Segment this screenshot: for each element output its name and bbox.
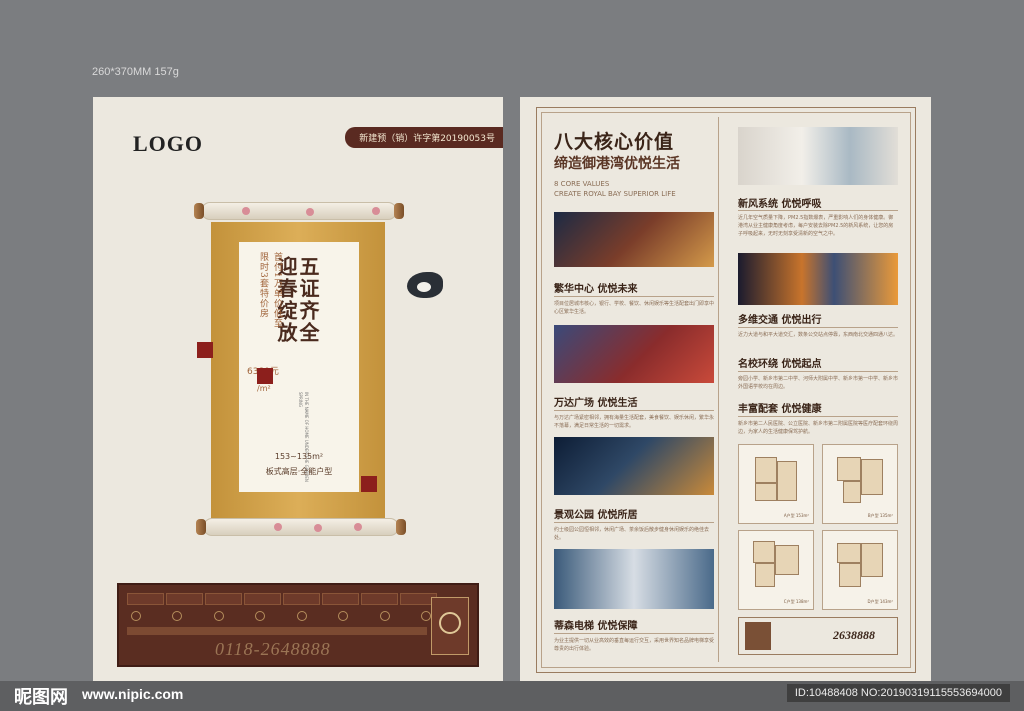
photo-night-traffic <box>738 253 898 305</box>
circle-icon <box>255 611 266 621</box>
watermark-brand: 昵图网 <box>14 687 68 707</box>
circle-icon <box>172 611 183 621</box>
front-poster: LOGO 新建预（销）许字第20190053号 五证齐全 迎春绽放 首付1万单价… <box>93 97 503 681</box>
section-title: 名校环绕 优悦起点 <box>738 359 822 370</box>
photo-interior <box>738 127 898 185</box>
qr-code-icon <box>431 597 469 655</box>
footer-band: 0118-2648888 <box>117 583 479 667</box>
area-text: 153~135m² <box>274 452 324 461</box>
floor-plan: D户型 143m² <box>822 530 898 610</box>
watermark-url: www.nipic.com <box>82 686 184 702</box>
section-title: 蒂森电梯 优悦保障 <box>554 621 638 632</box>
logo: LOGO <box>133 131 204 156</box>
section-title: 万达广场 优悦生活 <box>554 398 638 409</box>
section-text: 与万达广场紧密相邻，拥有海量生活配套，美食餐饮、娱乐休闲，繁华永不落幕，满足日常… <box>554 415 715 429</box>
house-type-text: 板式高层·全能户型 <box>265 467 333 476</box>
hotline-back: 2638888 <box>833 628 875 642</box>
circle-icon <box>379 611 390 621</box>
photo-wanda-plaza <box>554 325 714 383</box>
icon-row <box>131 611 431 621</box>
offer-b: 限时3套特价房 <box>258 252 268 319</box>
scroll-rod-bottom <box>196 518 406 536</box>
scroll-graphic: 五证齐全 迎春绽放 首付1万单价低至 限时3套特价房 6380元 /m² IN … <box>193 202 443 542</box>
scroll-card: 五证齐全 迎春绽放 首付1万单价低至 限时3套特价房 6380元 /m² IN … <box>239 242 359 492</box>
back-eng: 8 CORE VALUES CREATE ROYAL BAY SUPERIOR … <box>554 180 676 198</box>
section-title: 新风系统 优悦呼吸 <box>738 199 822 210</box>
circle-icon <box>338 611 349 621</box>
price-unit: /m² <box>257 384 271 393</box>
section-title: 多维交通 优悦出行 <box>738 315 822 326</box>
floor-plan: B户型 135m² <box>822 444 898 524</box>
photo-elevator <box>554 549 714 609</box>
spec-text: 260*370MM 157g <box>92 66 179 78</box>
floor-plan: A户型 153m² <box>738 444 814 524</box>
section-text: 近力大道与和平大道交汇，数条公交站点停靠，东西南北交通四通八达。 <box>738 332 899 338</box>
english-tagline: IN THE NAME OF HOME UNDER THE GARDEN SPR… <box>298 392 309 482</box>
watermark-id: ID:10488408 NO:20190319115553694000 <box>786 684 1010 702</box>
seal-icon <box>361 476 377 492</box>
circle-icon <box>296 611 307 621</box>
scroll-rod-top <box>194 202 404 220</box>
floor-plan: C户型 138m² <box>738 530 814 610</box>
section-text: 项目位居城市核心，银行、学校、餐饮、休闲娱乐等生活配套出门即享中心区繁华生活。 <box>554 301 715 315</box>
section-text: 旁园小学、新乡市第二中学、河师大附属中学、新乡市第一中学、新乡市外国语学校均在周… <box>738 376 899 390</box>
section-title: 繁华中心 优悦未来 <box>554 284 638 295</box>
section-text: 约士级园公园恒相邻，休闲广场、茶余饭后散步健身休闲娱乐的绝佳去处。 <box>554 527 710 541</box>
permit-badge: 新建预（销）许字第20190053号 <box>345 127 503 148</box>
contact-box: 2638888 <box>738 617 898 655</box>
swallow-icon <box>407 272 443 298</box>
column-divider <box>718 117 719 662</box>
seal-icon <box>197 342 213 358</box>
section-title: 景观公园 优悦所居 <box>554 510 638 521</box>
back-subtitle: 缔造御港湾优悦生活 <box>554 156 680 172</box>
feature-strip <box>127 593 437 605</box>
section-title: 丰富配套 优悦健康 <box>738 404 822 415</box>
offer-a: 首付1万单价低至 <box>272 252 282 329</box>
back-poster: 八大核心价值 缔造御港湾优悦生活 8 CORE VALUES CREATE RO… <box>520 97 931 681</box>
circle-icon <box>420 611 431 621</box>
seal-icon <box>257 368 273 384</box>
photo-skyline <box>554 437 714 495</box>
section-text: 新乡市第二人民医院、公立医院、新乡市第二附属医院等医疗配套环绕周边，为家人的生活… <box>738 421 899 435</box>
back-title: 八大核心价值 <box>554 131 675 153</box>
section-text: 近几年空气质量下降，PM2.5指数爆表，严重影响人们的身体健康。御港湾从业主健康… <box>738 215 894 237</box>
circle-icon <box>213 611 224 621</box>
hotline-front: 0118-2648888 <box>215 639 331 659</box>
scroll-body: 五证齐全 迎春绽放 首付1万单价低至 限时3套特价房 6380元 /m² IN … <box>211 222 385 518</box>
section-text: 为业主提供一切从业高效的垂直每运行交互，采用世界知名品牌电梯享受尊贵的出行体验。 <box>554 638 715 652</box>
photo-city-street <box>554 212 714 267</box>
circle-icon <box>131 611 141 621</box>
brand-logo-icon <box>745 622 771 650</box>
